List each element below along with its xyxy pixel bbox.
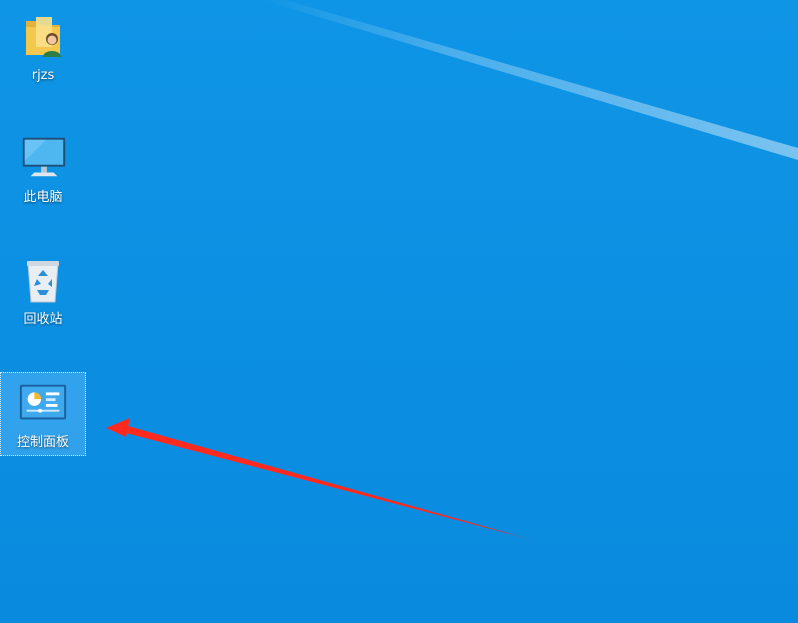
desktop-icon-label: 控制面板 bbox=[16, 435, 69, 450]
annotation-arrow bbox=[106, 418, 533, 540]
desktop-icon-label: 回收站 bbox=[23, 312, 63, 327]
desktop[interactable]: rjzs 此电脑 回收站 控制面板 bbox=[0, 0, 798, 623]
desktop-icon-label: 此电脑 bbox=[23, 190, 63, 205]
desktop-icon-recycle-bin[interactable]: 回收站 bbox=[0, 250, 86, 334]
wallpaper-light-beam bbox=[262, 0, 798, 160]
computer-icon bbox=[17, 132, 69, 184]
desktop-icon-rjzs[interactable]: rjzs bbox=[0, 6, 86, 90]
desktop-icon-control-panel[interactable]: 控制面板 bbox=[0, 372, 86, 456]
recycle-bin-icon bbox=[17, 254, 69, 306]
user-folder-icon bbox=[17, 10, 69, 62]
control-panel-icon bbox=[17, 377, 69, 429]
desktop-icon-this-pc[interactable]: 此电脑 bbox=[0, 128, 86, 212]
desktop-icon-label: rjzs bbox=[31, 68, 55, 83]
